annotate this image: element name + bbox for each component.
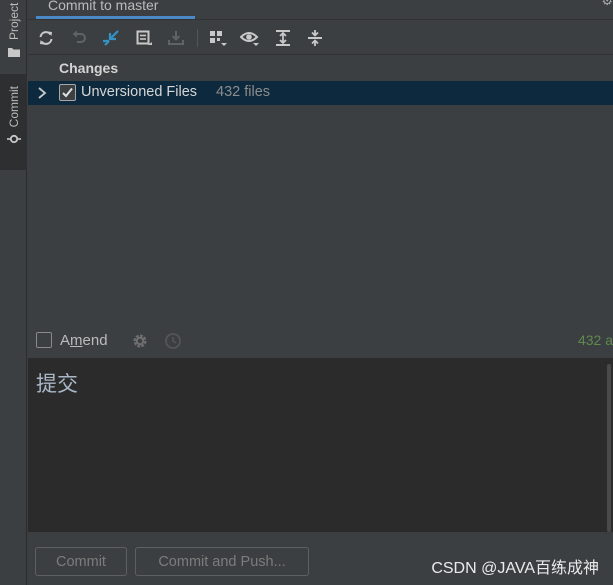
refresh-icon xyxy=(39,31,53,45)
expand-all-icon xyxy=(276,30,290,46)
group-by-icon xyxy=(210,31,227,46)
view-options-button[interactable] xyxy=(240,28,260,48)
tree-row-count: 432 files xyxy=(216,84,271,100)
folder-icon xyxy=(7,48,20,57)
download-icon xyxy=(168,31,184,45)
commit-message-editor[interactable]: 提交 xyxy=(28,358,613,532)
sidebar-tab-project-label: Project xyxy=(6,2,21,40)
commit-actions-bar: Commit Commit and Push... CSDN @JAVA百练成神 xyxy=(28,532,613,585)
changes-tree: Changes Unversioned Files 432 files xyxy=(28,56,613,326)
amend-label-mnemonic: m xyxy=(70,332,83,349)
commit-history-clock-icon[interactable] xyxy=(164,332,182,350)
gear-icon[interactable]: ⚙ xyxy=(601,0,613,9)
unshelve-button[interactable] xyxy=(166,28,186,48)
commit-button[interactable]: Commit xyxy=(35,547,127,576)
commit-options-gear-icon[interactable] xyxy=(131,332,149,350)
collapse-all-icon xyxy=(308,30,322,46)
toolbar xyxy=(28,21,613,55)
eye-icon xyxy=(240,32,259,46)
amend-checkbox[interactable] xyxy=(36,332,52,348)
sidebar-tab-commit[interactable]: Commit xyxy=(0,74,27,170)
title-bar: Commit to master ⚙ xyxy=(28,0,613,20)
changes-header[interactable]: Changes xyxy=(59,60,118,76)
amend-label-part: end xyxy=(82,332,108,349)
tree-row-label: Unversioned Files xyxy=(81,84,198,100)
chevron-right-icon[interactable] xyxy=(36,86,48,100)
selection-count-status: 432 a xyxy=(577,332,613,348)
watermark: CSDN @JAVA百练成神 xyxy=(431,560,599,577)
shelve-icon xyxy=(136,30,152,45)
sidebar-tab-project[interactable]: Project xyxy=(0,0,27,70)
commit-icon xyxy=(6,135,21,144)
toolbar-separator xyxy=(197,29,198,47)
group-by-button[interactable] xyxy=(208,28,228,48)
sidebar-tab-commit-label: Commit xyxy=(6,86,21,128)
commit-panel: Commit to master ⚙ Changes Unversioned F… xyxy=(28,0,613,585)
amend-label-part: A xyxy=(60,332,71,349)
commit-and-push-button[interactable]: Commit and Push... xyxy=(135,547,309,576)
unversioned-files-checkbox[interactable] xyxy=(59,84,76,101)
shelve-button[interactable] xyxy=(134,28,154,48)
amend-label[interactable]: Amend xyxy=(60,332,108,349)
diff-arrows-icon xyxy=(103,30,119,46)
editor-scrollbar[interactable] xyxy=(607,364,611,532)
diff-button[interactable] xyxy=(101,28,121,48)
rollback-button[interactable] xyxy=(69,28,89,48)
amend-bar: Amend 432 a xyxy=(28,326,613,358)
checkmark-icon xyxy=(62,87,73,98)
active-tab-indicator xyxy=(36,16,195,19)
undo-icon xyxy=(72,30,86,43)
collapse-all-button[interactable] xyxy=(305,28,325,48)
expand-all-button[interactable] xyxy=(273,28,293,48)
refresh-button[interactable] xyxy=(36,28,56,48)
tree-row-unversioned-files[interactable]: Unversioned Files 432 files xyxy=(28,81,613,105)
commit-message-text[interactable]: 提交 xyxy=(36,368,78,398)
tool-window-strip: Project Commit xyxy=(0,0,27,585)
